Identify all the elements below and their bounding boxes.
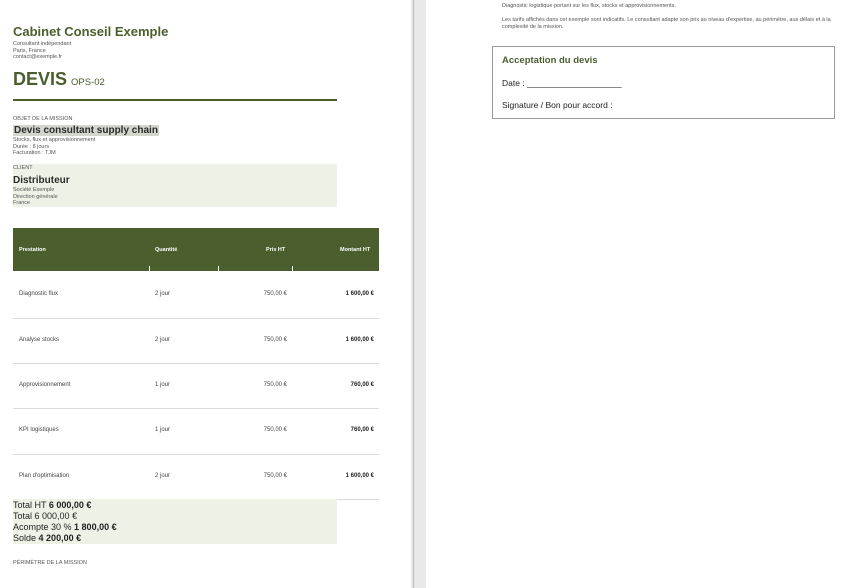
cell-prix: 750,00 € bbox=[263, 427, 287, 433]
table-header bbox=[13, 228, 379, 271]
cell-montant: 1 600,00 € bbox=[345, 337, 374, 343]
row-divider bbox=[13, 318, 379, 319]
header-rule bbox=[13, 99, 337, 101]
column-separator bbox=[292, 266, 293, 272]
client-line: Société Exemple bbox=[13, 187, 55, 193]
cell-prestation: Analyse stocks bbox=[19, 337, 60, 343]
column-header-montant: Montant HT bbox=[340, 247, 371, 253]
client-name: Distributeur bbox=[13, 175, 70, 186]
mission-label: OBJET DE LA MISSION bbox=[13, 116, 73, 122]
column-header-quantite: Quantité bbox=[155, 247, 178, 253]
cell-montant: 760,00 € bbox=[350, 427, 374, 433]
cell-prestation: KPI logistiques bbox=[19, 427, 59, 433]
cell-prestation: Diagnostic flux bbox=[19, 291, 59, 297]
page-divider bbox=[413, 0, 414, 588]
solde: Solde 4 200,00 € bbox=[13, 533, 81, 543]
cell-quantite: 1 jour bbox=[155, 427, 171, 433]
solde-label: Solde bbox=[13, 533, 37, 543]
total-label: Total bbox=[13, 511, 33, 521]
row-divider bbox=[13, 408, 379, 409]
cell-montant: 1 600,00 € bbox=[345, 473, 374, 479]
sender-line: Consultant indépendant bbox=[13, 41, 72, 47]
cell-prix: 750,00 € bbox=[263, 473, 287, 479]
total-ttc: Total 6 000,00 € bbox=[13, 511, 77, 521]
acceptance-title: Acceptation du devis bbox=[502, 55, 598, 66]
total-ht-value: 6 000,00 € bbox=[48, 500, 92, 510]
client-label: CLIENT bbox=[13, 165, 33, 171]
column-separator bbox=[149, 266, 150, 272]
cell-montant: 1 600,00 € bbox=[345, 291, 374, 297]
cell-prestation: Plan d'optimisation bbox=[19, 473, 70, 479]
cell-prix: 750,00 € bbox=[263, 382, 287, 388]
acompte-value: 1 800,00 € bbox=[74, 522, 117, 532]
cell-quantite: 1 jour bbox=[155, 382, 171, 388]
row-divider bbox=[13, 363, 379, 364]
solde-value: 4 200,00 € bbox=[38, 533, 82, 543]
acompte: Acompte 30 % 1 800,00 € bbox=[13, 522, 117, 532]
total-value: 6 000,00 € bbox=[34, 511, 78, 521]
total-ht: Total HT 6 000,00 € bbox=[13, 500, 91, 510]
cell-quantite: 2 jour bbox=[155, 337, 171, 343]
cell-prestation: Approvisionnement bbox=[19, 382, 71, 388]
acompte-label: Acompte 30 % bbox=[13, 522, 72, 532]
sender-info: Consultant indépendant Paris, France con… bbox=[13, 41, 71, 61]
client-line: France bbox=[13, 200, 31, 206]
pricing-note: Les tarifs affichés dans cet exemple son… bbox=[502, 17, 831, 30]
mission-description: Diagnostic logistique portant sur les fl… bbox=[502, 3, 676, 9]
firm-name: Cabinet Conseil Exemple bbox=[13, 24, 169, 39]
cell-montant: 760,00 € bbox=[350, 382, 374, 388]
document-type: DEVIS bbox=[13, 69, 68, 89]
mission-detail: Facturation : TJM bbox=[13, 150, 56, 156]
mission-detail: Stocks, flux et approvisionnement bbox=[13, 137, 96, 143]
sender-email: contact@exemple.fr bbox=[13, 54, 62, 60]
cell-prix: 750,00 € bbox=[263, 337, 287, 343]
total-ht-label: Total HT bbox=[13, 500, 47, 510]
cell-prix: 750,00 € bbox=[263, 291, 287, 297]
cell-quantite: 2 jour bbox=[155, 291, 171, 297]
perimetre-label: PÉRIMÈTRE DE LA MISSION bbox=[13, 560, 87, 566]
cell-quantite: 2 jour bbox=[155, 473, 171, 479]
column-header-prix: Prix HT bbox=[266, 247, 286, 253]
mission-details: Stocks, flux et approvisionnement Durée … bbox=[13, 137, 95, 157]
document-reference: OPS-02 bbox=[71, 77, 105, 88]
column-header-prestation: Prestation bbox=[19, 247, 46, 253]
column-separator bbox=[218, 266, 219, 272]
row-divider bbox=[13, 454, 379, 455]
signature-field: Signature / Bon pour accord : bbox=[502, 100, 613, 110]
date-field: Date : ____________________ bbox=[502, 78, 622, 88]
client-details: Société Exemple Direction générale Franc… bbox=[13, 187, 58, 207]
mission-title: Devis consultant supply chain bbox=[13, 125, 159, 136]
